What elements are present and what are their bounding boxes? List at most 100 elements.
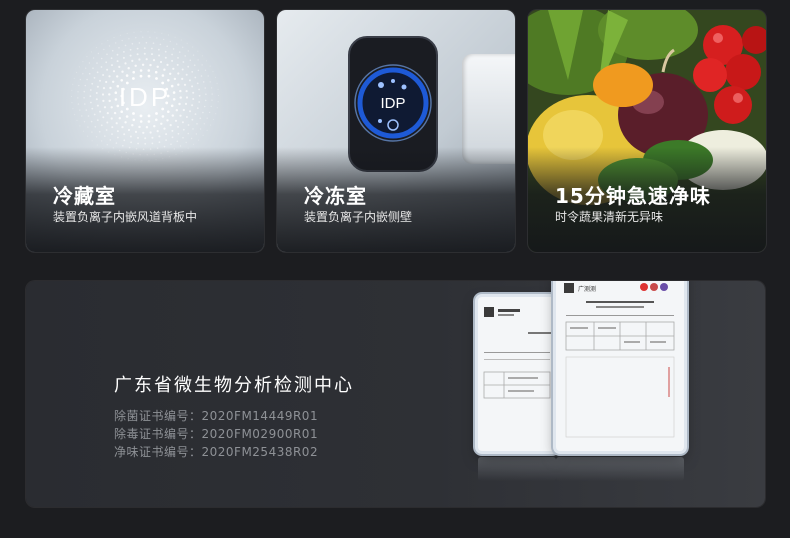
halo-dot (137, 142, 139, 145)
halo-dot (129, 54, 132, 57)
halo-dot (85, 109, 88, 111)
halo-dot (79, 109, 81, 111)
halo-dot (88, 62, 91, 64)
halo-dot (105, 61, 108, 64)
halo-dot (134, 130, 138, 133)
halo-dot (189, 59, 192, 62)
halo-dot (149, 63, 152, 67)
halo-dot (115, 122, 118, 125)
halo-dot (217, 94, 220, 97)
halo-dot (185, 141, 187, 144)
halo-dot (155, 118, 158, 122)
halo-dot (147, 74, 151, 78)
halo-dot (116, 60, 119, 63)
halo-dot (172, 48, 175, 50)
halo-dot (206, 129, 208, 131)
halo-dot (192, 91, 195, 94)
halo-dot (145, 126, 149, 129)
halo-dot (190, 137, 193, 140)
certificate-number-deodorization: 净味证书编号：2020FM25438R02 (114, 445, 319, 459)
halo-dot (149, 131, 152, 134)
card-title: 冷冻室 (304, 184, 367, 208)
halo-dot (95, 47, 98, 49)
halo-dot (125, 115, 129, 118)
halo-dot (164, 56, 167, 59)
halo-dot (199, 128, 202, 130)
halo-dot (89, 89, 92, 91)
halo-dot (102, 99, 105, 102)
halo-dot (82, 61, 84, 63)
halo-dot (191, 104, 194, 107)
halo-dot (103, 106, 107, 109)
halo-dot (185, 116, 188, 118)
halo-dot (106, 68, 109, 71)
halo-dot (155, 112, 158, 115)
halo-dot (171, 129, 174, 132)
halo-dot (217, 88, 219, 90)
halo-dot (73, 77, 75, 79)
halo-dot (159, 43, 162, 46)
halo-dot (100, 66, 103, 68)
halo-dot (177, 72, 180, 75)
halo-dot (115, 142, 118, 144)
halo-dot (185, 96, 189, 99)
halo-dot (110, 106, 113, 109)
halo-dot (151, 53, 153, 56)
halo-dot (170, 84, 174, 88)
halo-dot (185, 90, 188, 93)
halo-dot (170, 143, 172, 145)
halo-dot (143, 47, 146, 50)
halo-dot (197, 69, 200, 72)
halo-dot (137, 136, 139, 139)
halo-dot (216, 107, 218, 109)
halo-dot (158, 141, 161, 144)
halo-dot (179, 96, 182, 99)
halo-dot (111, 64, 113, 67)
halo-dot (93, 113, 96, 116)
halo-dot (193, 64, 196, 66)
halo-dot (171, 53, 173, 56)
halo-dot (110, 57, 113, 60)
halo-dot (96, 119, 99, 121)
halo-dot (139, 74, 143, 78)
halo-dot (111, 126, 114, 129)
halo-dot (96, 62, 98, 64)
halo-dot (132, 118, 136, 122)
halo-dot (163, 68, 166, 71)
halo-dot (197, 59, 199, 61)
halo-dot (118, 47, 120, 49)
halo-dot (171, 114, 174, 117)
halo-dot (99, 79, 101, 82)
halo-dot (116, 130, 119, 133)
halo-dot (94, 126, 97, 128)
halo-dot (173, 77, 177, 81)
halo-dot (106, 121, 109, 124)
halo-dot (178, 102, 181, 106)
halo-dot (78, 66, 80, 68)
halo-dot (91, 131, 93, 133)
halo-dot (86, 78, 88, 81)
card-title: 冷藏室 (53, 184, 116, 208)
halo-dot (110, 117, 113, 120)
halo-dot (121, 126, 124, 129)
halo-dot (211, 93, 213, 95)
halo-dot (87, 135, 89, 137)
halo-dot (132, 70, 135, 74)
halo-dot (90, 120, 93, 123)
halo-dot (135, 37, 137, 39)
halo-dot (106, 53, 108, 56)
halo-dot (87, 126, 89, 128)
halo-dot (202, 111, 204, 114)
halo-dot (196, 107, 199, 110)
certificate-number-sterilization: 除菌证书编号：2020FM14449R01 (114, 409, 319, 423)
halo-dot (113, 111, 117, 115)
halo-dot (196, 82, 199, 85)
halo-dot (159, 60, 163, 64)
halo-dot (164, 50, 167, 53)
halo-dot (158, 54, 161, 57)
idp-logo-text: IDP (119, 82, 171, 112)
halo-dot (101, 43, 103, 45)
halo-dot (171, 136, 174, 139)
halo-dot (83, 121, 86, 123)
halo-dot (116, 75, 119, 78)
